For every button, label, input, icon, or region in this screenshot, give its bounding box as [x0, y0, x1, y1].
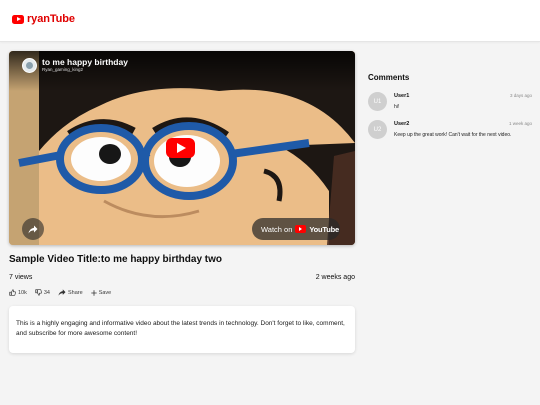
channel-avatar[interactable] — [22, 58, 37, 73]
share-label: Share — [68, 289, 83, 296]
video-description: This is a highly engaging and informativ… — [16, 320, 345, 337]
share-button[interactable]: Share — [58, 289, 83, 296]
upload-date: 2 weeks ago — [315, 274, 355, 281]
youtube-logo-icon — [295, 225, 307, 233]
watch-on-label: Watch on — [261, 224, 293, 234]
thumbs-down-icon — [35, 289, 42, 296]
site-logo[interactable]: ryanTube — [12, 13, 75, 25]
player-channel-name[interactable]: Ryan_gaming_king2 — [42, 67, 83, 72]
view-count: 7 views — [9, 274, 33, 281]
play-icon[interactable] — [166, 138, 195, 158]
share-arrow-icon[interactable] — [22, 218, 44, 240]
comment-text: hi! — [394, 104, 400, 110]
comment-timestamp: 3 days ago — [509, 93, 532, 98]
dislike-button[interactable]: 34 — [35, 289, 50, 296]
save-label: Save — [98, 289, 112, 296]
save-button[interactable]: Save — [90, 289, 112, 296]
top-header: ryanTube — [0, 0, 540, 42]
thumbs-up-icon — [9, 289, 16, 296]
like-count: 10k — [18, 289, 27, 296]
description-card: This is a highly engaging and informativ… — [9, 306, 355, 353]
comment-text: Keep up the great work! Can't wait for t… — [394, 132, 512, 138]
comment-username[interactable]: User2 — [394, 121, 409, 127]
youtube-brand-label: YouTube — [309, 224, 339, 234]
player-video-title[interactable]: to me happy birthday — [42, 57, 128, 67]
comment-timestamp: 1 week ago — [508, 121, 532, 126]
comment-item: U2 User2 1 week ago Keep up the great wo… — [368, 120, 532, 144]
comments-heading: Comments — [368, 73, 410, 82]
share-icon — [58, 289, 66, 296]
video-player[interactable]: to me happy birthday Ryan_gaming_king2 W… — [9, 51, 355, 245]
watch-on-youtube-button[interactable]: Watch on YouTube — [252, 218, 340, 240]
play-logo-icon — [12, 14, 24, 24]
comment-item: U1 User1 3 days ago hi! — [368, 92, 532, 116]
video-title: Sample Video Title:to me happy birthday … — [9, 254, 222, 265]
avatar[interactable]: U2 — [368, 120, 387, 139]
avatar[interactable]: U1 — [368, 92, 387, 111]
plus-icon — [90, 289, 97, 296]
comment-username[interactable]: User1 — [394, 93, 409, 99]
video-actions: 10k 34 Share Save — [9, 289, 111, 296]
logo-text: ryanTube — [27, 13, 75, 25]
dislike-count: 34 — [43, 289, 50, 296]
like-button[interactable]: 10k — [9, 289, 27, 296]
